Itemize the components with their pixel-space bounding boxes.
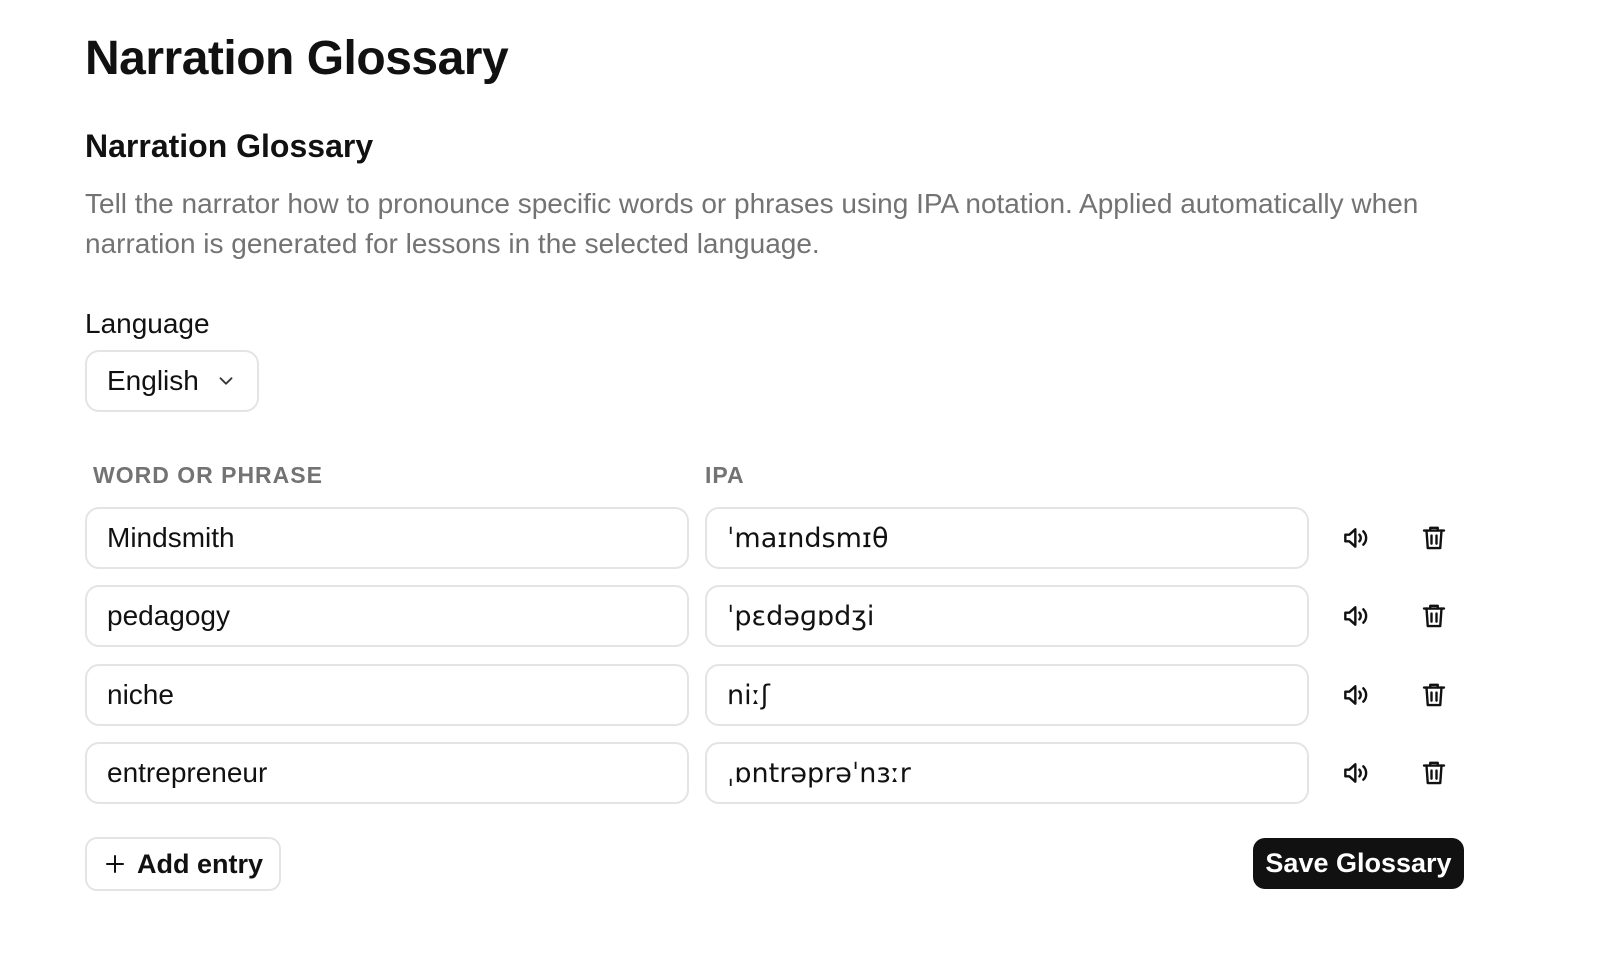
trash-icon[interactable] — [1414, 518, 1454, 558]
section-title: Narration Glossary — [85, 128, 374, 164]
ipa-input[interactable]: ˌɒntrəprəˈnɜːr — [705, 742, 1309, 804]
speaker-icon[interactable] — [1336, 675, 1376, 715]
add-entry-button[interactable]: Add entry — [85, 837, 281, 891]
trash-icon[interactable] — [1414, 596, 1454, 636]
language-label: Language — [85, 308, 210, 339]
glossary-row: entrepreneur ˌɒntrəprəˈnɜːr — [85, 742, 1485, 804]
ipa-input[interactable]: ˈmaɪndsmɪθ — [705, 507, 1309, 569]
column-header-ipa: IPA — [705, 462, 745, 488]
word-input[interactable]: niche — [85, 664, 689, 726]
language-select[interactable]: English — [85, 350, 259, 412]
column-header-word: WORD OR PHRASE — [93, 462, 323, 488]
save-glossary-label: Save Glossary — [1265, 848, 1452, 878]
glossary-row: niche niːʃ — [85, 664, 1485, 726]
chevron-down-icon — [215, 370, 237, 392]
add-entry-label: Add entry — [136, 848, 263, 879]
page-title: Narration Glossary — [85, 32, 509, 85]
speaker-icon[interactable] — [1336, 753, 1376, 793]
section-description: Tell the narrator how to pronounce speci… — [85, 188, 1419, 259]
word-input[interactable]: Mindsmith — [85, 507, 689, 569]
plus-icon — [103, 852, 127, 876]
trash-icon[interactable] — [1414, 753, 1454, 793]
save-glossary-button[interactable]: Save Glossary — [1253, 838, 1464, 889]
word-input[interactable]: entrepreneur — [85, 742, 689, 804]
ipa-input[interactable]: ˈpɛdəɡɒdʒi — [705, 585, 1309, 647]
trash-icon[interactable] — [1414, 675, 1454, 715]
glossary-row: pedagogy ˈpɛdəɡɒdʒi — [85, 585, 1485, 647]
language-selected-value: English — [107, 365, 199, 396]
speaker-icon[interactable] — [1336, 518, 1376, 558]
word-input[interactable]: pedagogy — [85, 585, 689, 647]
speaker-icon[interactable] — [1336, 596, 1376, 636]
ipa-input[interactable]: niːʃ — [705, 664, 1309, 726]
glossary-row: Mindsmith ˈmaɪndsmɪθ — [85, 507, 1485, 569]
